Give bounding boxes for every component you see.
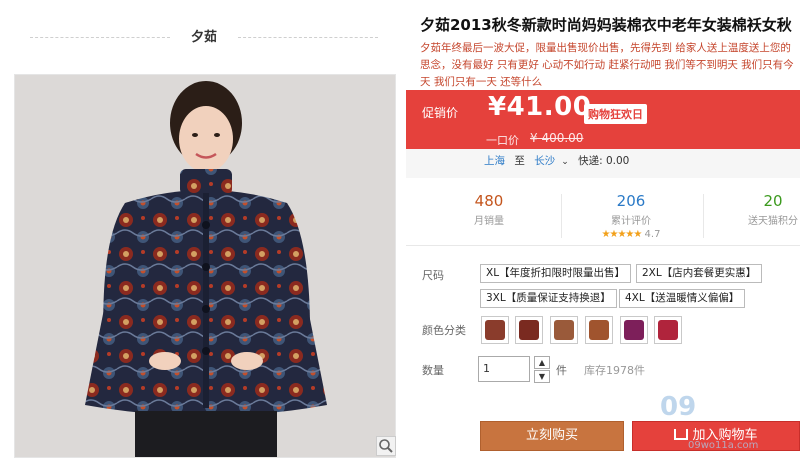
buy-now-button[interactable]: 立刻购买 [480, 421, 624, 451]
color-swatch[interactable] [620, 316, 648, 344]
color-swatch[interactable] [550, 316, 578, 344]
color-label: 颜色分类 [422, 324, 466, 337]
watermark-main: 09 [660, 392, 697, 422]
size-option-4xl[interactable]: 4XL【送温暖情义偏偏】 [619, 289, 746, 308]
watermark-sub: 09wo11a.com [688, 440, 759, 451]
color-swatch[interactable] [654, 316, 682, 344]
watermark: 09 09wo11a.com [660, 392, 800, 462]
divider [561, 194, 562, 238]
size-option-xl[interactable]: XL【年度折扣限时限量出售】 [480, 264, 632, 283]
express-fee: 快递: 0.00 [578, 155, 630, 167]
quantity-label: 数量 [422, 364, 444, 377]
quantity-decrease-button[interactable]: ▼ [534, 370, 550, 383]
stat-label: 送天猫积分 [748, 216, 798, 227]
product-photo [15, 75, 395, 457]
stat-reviews[interactable]: 206 累计评价 ★★★★★ 4.7 [576, 192, 686, 240]
stat-value: 20 [763, 192, 783, 210]
color-swatch[interactable] [515, 316, 543, 344]
stat-value: 480 [474, 192, 504, 210]
shop-name[interactable]: 夕茹 [176, 26, 232, 45]
product-subtitle: 夕茹年终最后一波大促，限量出售现价出售，先得先到 给家人送上温度送上您的思念，没… [420, 42, 794, 88]
shipping-info: 上海 至 长沙 ⌄ 快递: 0.00 [484, 153, 635, 168]
original-price: ¥ 400.00 [530, 131, 584, 145]
promo-price: ¥41.00 [488, 92, 592, 122]
color-swatch[interactable] [481, 316, 509, 344]
stat-label: 累计评价 [611, 216, 651, 227]
product-image[interactable] [14, 74, 396, 458]
ship-to-word: 至 [514, 155, 525, 167]
divider [703, 194, 704, 238]
quantity-increase-button[interactable]: ▲ [534, 356, 550, 369]
rating: ★★★★★ 4.7 [576, 229, 686, 240]
stock-count: 库存1978件 [584, 364, 645, 377]
size-option-3xl[interactable]: 3XL【质量保证支持换退】 [480, 289, 617, 308]
divider [238, 37, 378, 38]
divider [30, 37, 170, 38]
promo-badge: 购物狂欢日 [584, 104, 647, 124]
shop-header: 夕茹 [0, 0, 410, 74]
ship-from: 上海 [484, 155, 505, 167]
stat-monthly-sales: 480 月销量 [434, 192, 544, 227]
zoom-icon[interactable] [376, 436, 396, 456]
rating-score: 4.7 [644, 229, 661, 240]
product-title: 夕茹2013秋冬新款时尚妈妈装棉衣中老年女装棉袄女秋 [420, 16, 792, 34]
stat-points: 20 送天猫积分 [718, 192, 800, 227]
size-label: 尺码 [422, 269, 444, 282]
stats-bar: 480 月销量 206 累计评价 ★★★★★ 4.7 20 送天猫积分 [406, 184, 800, 246]
size-option-2xl[interactable]: 2XL【店内套餐更实惠】 [636, 264, 763, 283]
quantity-unit: 件 [556, 364, 567, 377]
quantity-input[interactable]: 1 [478, 356, 530, 382]
stat-label: 月销量 [474, 216, 504, 227]
star-rating-icon: ★★★★★ [601, 229, 643, 240]
stat-value: 206 [616, 192, 646, 210]
ship-destination[interactable]: 长沙 [534, 155, 555, 167]
promo-label: 促销价 [422, 106, 459, 120]
chevron-down-icon[interactable]: ⌄ [561, 157, 569, 167]
original-price-label: 一口价 [486, 134, 519, 147]
color-swatch[interactable] [585, 316, 613, 344]
